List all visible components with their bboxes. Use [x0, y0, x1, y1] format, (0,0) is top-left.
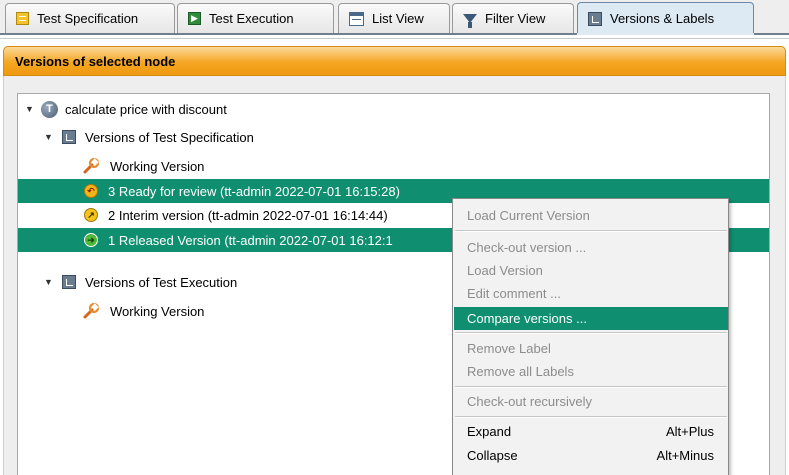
test-node-icon: T: [41, 100, 58, 118]
list-view-icon: [349, 11, 364, 26]
menu-item-label: Load Version: [467, 263, 543, 278]
menu-item-accelerator: Alt+Plus: [665, 424, 714, 439]
review-status-icon: ↶: [84, 184, 98, 198]
tree-node-label: calculate price with discount: [65, 101, 227, 117]
tree-node-label: Versions of Test Execution: [85, 274, 238, 290]
expand-toggle-icon[interactable]: ▼: [44, 132, 53, 142]
tab-filter-view[interactable]: Filter View: [452, 3, 574, 33]
panel-title: Versions of selected node: [15, 53, 176, 69]
tree-node-spec-versions[interactable]: ▼ Versions of Test Specification: [18, 125, 769, 149]
tab-list-view[interactable]: List View: [338, 3, 450, 33]
menu-item-load-current-version[interactable]: Load Current Version: [454, 204, 728, 227]
tab-label: Versions & Labels: [610, 11, 715, 26]
menu-item-remove-all-labels[interactable]: Remove all Labels: [454, 360, 728, 383]
context-menu: Load Current Version Check-out version .…: [452, 198, 729, 475]
menu-separator: [455, 332, 727, 334]
menu-item-compare-versions[interactable]: Compare versions ...: [454, 307, 728, 330]
menu-item-label: Remove Label: [467, 341, 551, 356]
test-specification-icon: [16, 12, 29, 25]
panel-header: Versions of selected node: [3, 46, 786, 76]
tree-node-label: 3 Ready for review (tt-admin 2022-07-01 …: [108, 183, 400, 199]
tree-node-label: Versions of Test Specification: [85, 129, 254, 145]
version-group-icon: [62, 275, 76, 289]
tree-node-label: Working Version: [110, 158, 205, 174]
menu-item-accelerator: Alt+Minus: [656, 448, 714, 463]
menu-item-label: Check-out version ...: [467, 240, 587, 255]
menu-item-label: Load Current Version: [467, 208, 590, 223]
tree-node-spec-working-version[interactable]: Working Version: [18, 154, 769, 178]
menu-item-remove-label[interactable]: Remove Label: [454, 337, 728, 360]
tab-label: Test Specification: [37, 11, 139, 26]
menu-separator: [455, 416, 727, 418]
tree-node-label: 2 Interim version (tt-admin 2022-07-01 1…: [108, 207, 388, 223]
wrench-icon: [82, 157, 100, 175]
filter-icon: [463, 14, 477, 28]
test-execution-icon: ▶: [188, 12, 201, 25]
version-group-icon: [62, 130, 76, 144]
versions-labels-icon: [588, 11, 602, 26]
tab-test-specification[interactable]: Test Specification: [5, 3, 175, 33]
tab-label: Test Execution: [209, 11, 294, 26]
menu-item-label: Remove all Labels: [467, 364, 574, 379]
expand-toggle-icon[interactable]: ▼: [44, 277, 53, 287]
menu-item-load-version[interactable]: Load Version: [454, 259, 728, 282]
menu-item-label: Expand: [467, 424, 512, 439]
menu-item-collapse[interactable]: Collapse Alt+Minus: [454, 444, 728, 467]
menu-separator: [455, 230, 727, 232]
menu-item-expand[interactable]: Expand Alt+Plus: [454, 420, 728, 443]
expand-toggle-icon[interactable]: ▼: [25, 104, 34, 114]
tab-label: List View: [372, 11, 424, 26]
menu-item-check-out-recursively[interactable]: Check-out recursively: [454, 390, 728, 413]
tab-label: Filter View: [485, 11, 546, 26]
menu-item-edit-comment[interactable]: Edit comment ...: [454, 282, 728, 305]
menu-item-check-out-version[interactable]: Check-out version ...: [454, 236, 728, 259]
menu-item-label: Collapse: [467, 448, 518, 463]
menu-item-label: Compare versions ...: [467, 311, 587, 326]
menu-item-label: Check-out recursively: [467, 394, 592, 409]
menu-item-label: Edit comment ...: [467, 286, 561, 301]
released-status-icon: ➜: [84, 233, 98, 247]
tree-node-label: Working Version: [110, 303, 205, 319]
wrench-icon: [82, 302, 100, 320]
tree-node-label: 1 Released Version (tt-admin 2022-07-01 …: [108, 232, 393, 248]
menu-separator: [455, 386, 727, 388]
tab-versions-labels[interactable]: Versions & Labels: [577, 2, 754, 34]
tree-node-root[interactable]: ▼ T calculate price with discount: [18, 97, 769, 121]
tab-test-execution[interactable]: ▶ Test Execution: [177, 3, 334, 33]
active-tab-joint: [577, 33, 754, 35]
interim-status-icon: ↗: [84, 208, 98, 222]
